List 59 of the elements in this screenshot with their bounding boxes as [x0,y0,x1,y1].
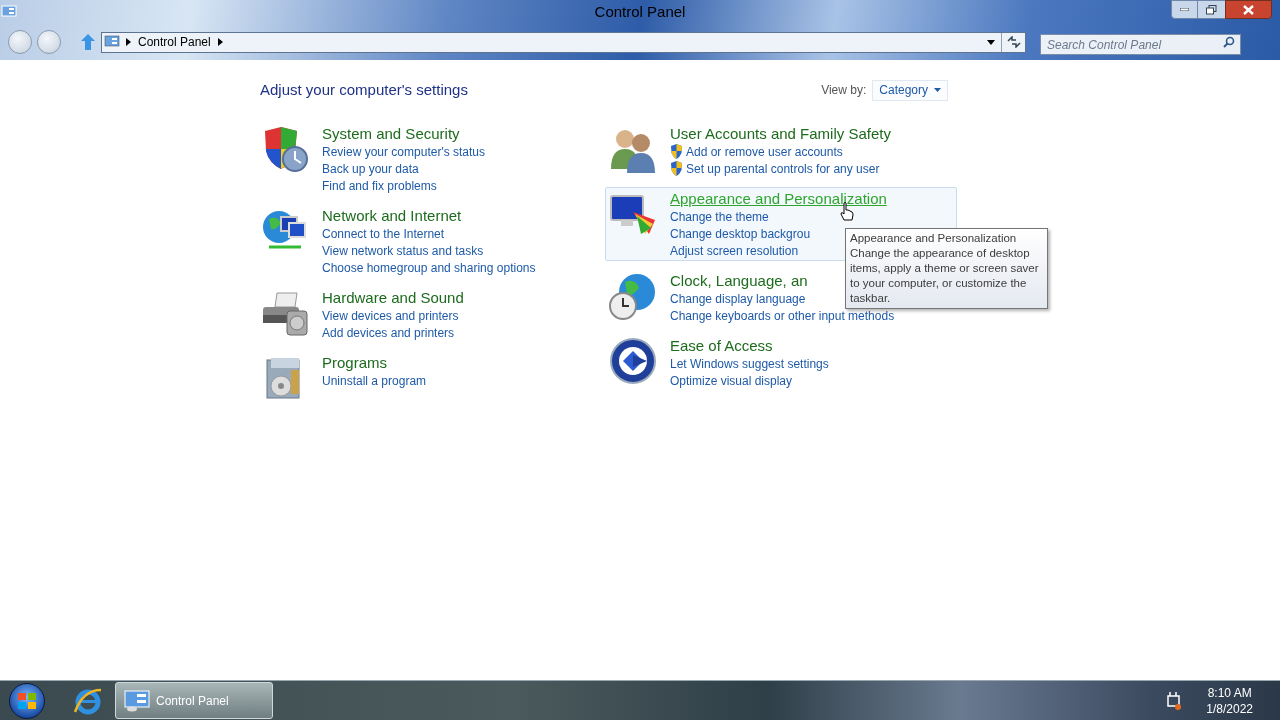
task-link[interactable]: Uninstall a program [322,371,427,390]
breadcrumb-arrow-icon [217,38,223,46]
network-icon [1166,691,1183,710]
caret-icon [934,88,941,92]
task-link[interactable]: Change display language [670,289,806,308]
breadcrumb-segment[interactable]: Control Panel [138,33,211,51]
category-link[interactable]: System and Security [322,124,486,143]
view-by-dropdown[interactable]: Category [872,79,948,101]
task-link[interactable]: Change desktop backgrou [670,224,811,243]
start-button[interactable] [9,682,45,719]
control-panel-icon [124,689,150,712]
accessibility-icon [609,337,657,385]
task-link[interactable]: View devices and printers [322,306,459,325]
clock-time: 8:10 AM [1207,684,1252,701]
shield-icon [670,144,683,159]
caret-icon [987,39,995,45]
minimize-icon [1180,8,1189,11]
window-title: Control Panel [594,1,686,22]
view-by-label: View by: [821,82,867,99]
globe-clock-icon [609,272,657,320]
address-bar[interactable]: Control Panel [101,31,1026,53]
task-link[interactable]: Let Windows suggest settings [670,354,829,373]
task-link[interactable]: Optimize visual display [670,371,793,390]
category-link[interactable]: Programs [322,353,427,372]
control-panel-icon [1,4,17,20]
task-link[interactable]: Back up your data [322,159,419,178]
task-link[interactable]: Adjust screen resolution [670,241,799,260]
tooltip-text: Change the appearance of desktop items, apply a theme or screen saver to your computer, or customize the taskbar. [850,246,1040,306]
maximize-button[interactable] [1198,0,1225,19]
task-link[interactable]: Add devices and printers [322,323,455,342]
restore-icon [1206,4,1217,15]
tooltip-title: Appearance and Personalization [850,231,1018,246]
task-link[interactable]: Add or remove user accounts [686,142,843,161]
page-heading: Adjust your computer's settings [260,79,468,100]
close-button[interactable] [1225,0,1272,19]
up-arrow-icon [81,34,95,50]
refresh-icon [1006,36,1021,48]
task-link[interactable]: Change the theme [670,207,769,226]
search-icon [1223,35,1235,48]
category-link[interactable]: Network and Internet [322,206,536,225]
search-field[interactable]: Search Control Panel [1040,34,1241,55]
windows-logo-icon [18,692,36,709]
printer-icon [261,289,309,337]
breadcrumb-arrow-icon [126,38,131,46]
control-panel-icon [104,35,120,49]
close-icon [1243,4,1254,15]
task-link[interactable]: View network status and tasks [322,241,484,260]
task-link[interactable]: Change keyboards or other input methods [670,306,895,325]
category-link[interactable]: User Accounts and Family Safety [670,124,891,143]
task-link[interactable]: Find and fix problems [322,176,437,195]
task-link[interactable]: Review your computer's status [322,142,486,161]
task-link[interactable]: Choose homegroup and sharing options [322,258,536,277]
category-link[interactable]: Hardware and Sound [322,288,464,307]
category-link[interactable]: Ease of Access [670,336,829,355]
task-link[interactable]: Set up parental controls for any user [686,159,880,178]
task-link[interactable]: Connect to the Internet [322,224,445,243]
shield-icon [670,161,683,176]
hand-cursor-icon [840,202,854,222]
clock-date: 1/8/2022 [1206,700,1253,717]
